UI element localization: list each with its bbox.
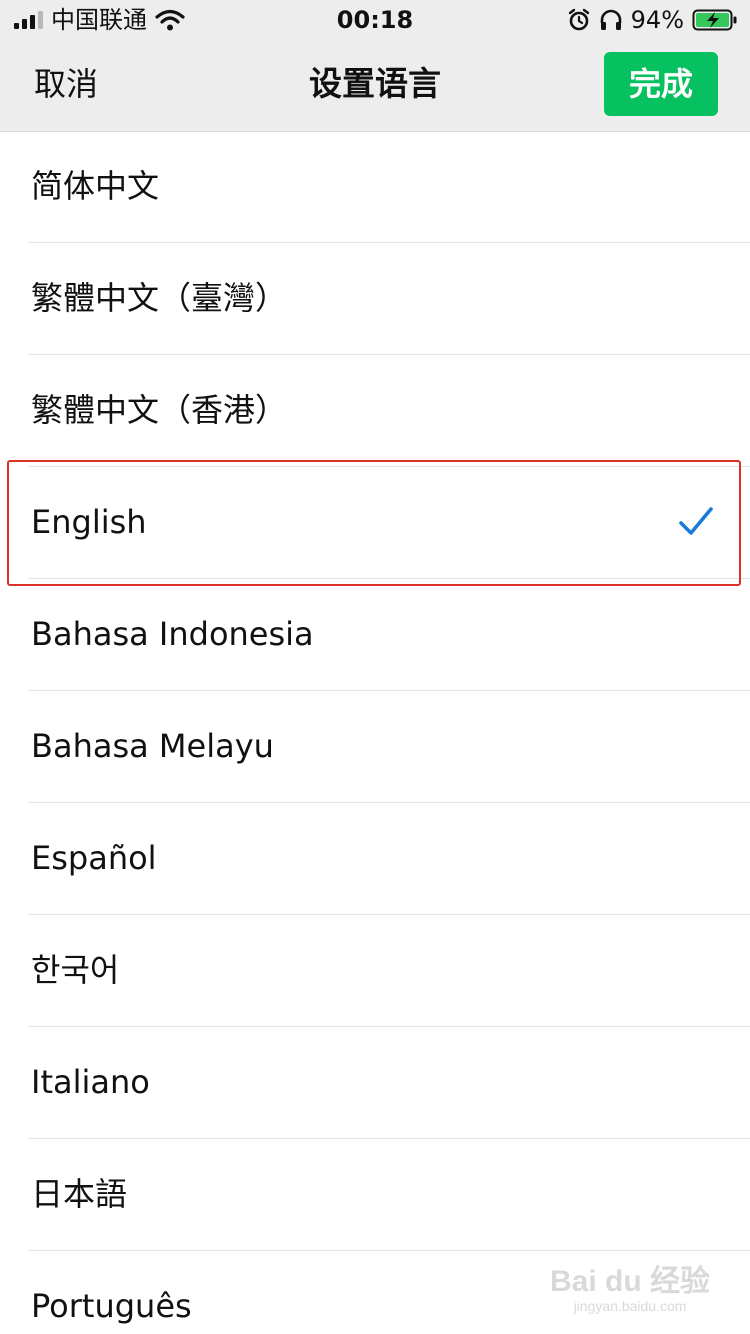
language-label: 日本語 [31, 1175, 128, 1213]
language-label: Bahasa Indonesia [31, 615, 314, 653]
language-label: Português [31, 1287, 192, 1325]
status-right: 94% [567, 6, 738, 34]
language-row-italian[interactable]: Italiano [0, 1027, 750, 1139]
language-row-english[interactable]: English [0, 467, 750, 579]
language-label: 繁體中文（香港） [31, 391, 288, 429]
language-row-japanese[interactable]: 日本語 [0, 1139, 750, 1251]
nav-bar: 取消 设置语言 完成 [0, 40, 750, 132]
language-label: Español [31, 839, 157, 877]
language-row-traditional-chinese-taiwan[interactable]: 繁體中文（臺灣） [0, 243, 750, 355]
watermark: Bai du 经验 jingyan.baidu.com [549, 1265, 710, 1315]
language-row-spanish[interactable]: Español [0, 803, 750, 915]
checkmark-icon [679, 507, 713, 535]
battery-percent: 94% [630, 6, 684, 34]
language-row-traditional-chinese-hongkong[interactable]: 繁體中文（香港） [0, 355, 750, 467]
language-label: Bahasa Melayu [31, 727, 274, 765]
language-row-simplified-chinese[interactable]: 简体中文 [0, 131, 750, 243]
language-label: 繁體中文（臺灣） [31, 279, 288, 317]
alarm-icon [568, 8, 589, 31]
language-list: 简体中文 繁體中文（臺灣） 繁體中文（香港） English Bahasa In… [0, 131, 750, 1334]
language-row-bahasa-melayu[interactable]: Bahasa Melayu [0, 691, 750, 803]
battery-charging-icon [692, 9, 737, 31]
language-label: 한국어 [31, 951, 120, 989]
language-row-bahasa-indonesia[interactable]: Bahasa Indonesia [0, 579, 750, 691]
language-label: English [31, 503, 147, 541]
language-label: 简体中文 [31, 167, 160, 205]
status-bar: 中国联通 00:18 94% [0, 0, 750, 40]
language-row-korean[interactable]: 한국어 [0, 915, 750, 1027]
watermark-logo: Bai du 经验 [549, 1265, 710, 1298]
language-label: Italiano [31, 1063, 150, 1101]
watermark-url: jingyan.baidu.com [573, 1298, 687, 1314]
headphones-icon [600, 9, 621, 30]
done-button[interactable]: 完成 [604, 52, 718, 116]
